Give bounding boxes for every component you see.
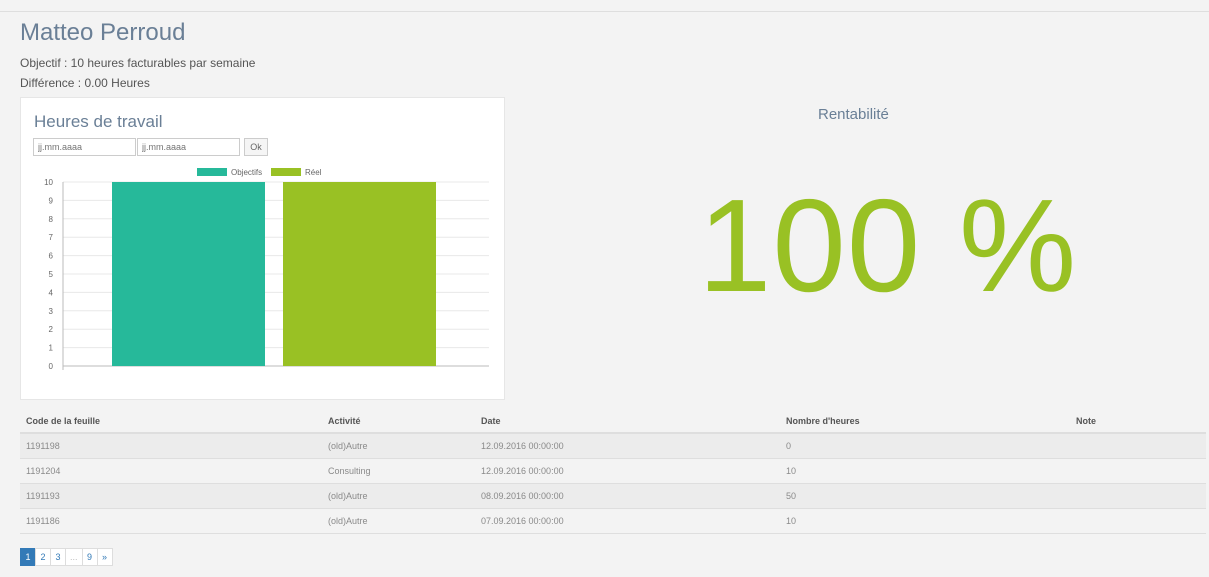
work-hours-chart: 0 1 2 3 4 5 6 7 8 9 10 Objectifs Réel [44,168,489,371]
cell-hours: 10 [780,458,1070,484]
cell-note [1070,483,1206,509]
header-date[interactable]: Date [475,410,780,434]
bar-objectifs [112,182,265,366]
cell-code: 1191193 [20,483,322,509]
table-row[interactable]: 1191186 (old)Autre 07.09.2016 00:00:00 1… [20,508,1206,534]
cell-code: 1191204 [20,458,322,484]
work-hours-panel: Heures de travail Ok 012345678910Objecti… [20,97,505,400]
y-tick-label: 2 [49,325,54,334]
objective-text: Objectif : 10 heures facturables par sem… [20,56,256,70]
header-note[interactable]: Note [1070,410,1206,434]
cell-hours: 0 [780,433,1070,459]
cell-code: 1191198 [20,433,322,459]
cell-date: 12.09.2016 00:00:00 [475,433,780,459]
timesheet-table: Code de la feuille Activité Date Nombre … [20,410,1206,534]
y-tick-label: 10 [44,178,53,187]
top-divider [0,11,1209,12]
y-tick-label: 9 [49,196,54,205]
legend-swatch [197,168,227,176]
cell-note [1070,458,1206,484]
table-row[interactable]: 1191204 Consulting 12.09.2016 00:00:00 1… [20,458,1206,484]
legend-swatch [271,168,301,176]
page-9[interactable]: 9 [81,548,98,566]
y-tick-label: 8 [49,215,54,224]
y-tick-label: 0 [49,362,54,371]
page-1[interactable]: 1 [20,548,36,566]
y-tick-label: 4 [49,288,54,297]
page-ellipsis: ... [65,548,83,566]
cell-date: 08.09.2016 00:00:00 [475,483,780,509]
rentabilite-value: 100 % [698,172,1078,319]
cell-activity: (old)Autre [322,483,475,509]
header-hours[interactable]: Nombre d'heures [780,410,1070,434]
table-row[interactable]: 1191198 (old)Autre 12.09.2016 00:00:00 0 [20,433,1206,459]
bar-réel [283,182,436,366]
table-row[interactable]: 1191193 (old)Autre 08.09.2016 00:00:00 5… [20,483,1206,509]
cell-activity: (old)Autre [322,508,475,534]
cell-note [1070,433,1206,459]
cell-note [1070,508,1206,534]
cell-date: 12.09.2016 00:00:00 [475,458,780,484]
header-code[interactable]: Code de la feuille [20,410,322,434]
y-tick-label: 7 [49,233,54,242]
y-tick-label: 6 [49,252,54,261]
cell-code: 1191186 [20,508,322,534]
y-tick-label: 3 [49,307,54,316]
cell-date: 07.09.2016 00:00:00 [475,508,780,534]
cell-hours: 50 [780,483,1070,509]
legend-label: Réel [305,168,322,177]
rentabilite-title: Rentabilité [818,106,889,123]
y-tick-label: 5 [49,270,54,279]
page-title: Matteo Perroud [20,19,186,46]
page-3[interactable]: 3 [50,548,66,566]
page-next[interactable]: » [96,548,113,566]
cell-activity: (old)Autre [322,433,475,459]
table-header-row: Code de la feuille Activité Date Nombre … [20,410,1206,434]
cell-activity: Consulting [322,458,475,484]
cell-hours: 10 [780,508,1070,534]
page-2[interactable]: 2 [35,548,51,566]
header-activity[interactable]: Activité [322,410,475,434]
y-tick-label: 1 [49,344,54,353]
difference-text: Différence : 0.00 Heures [20,76,150,90]
legend-label: Objectifs [231,168,262,177]
pagination: 1 2 3 ... 9 » [20,548,113,566]
